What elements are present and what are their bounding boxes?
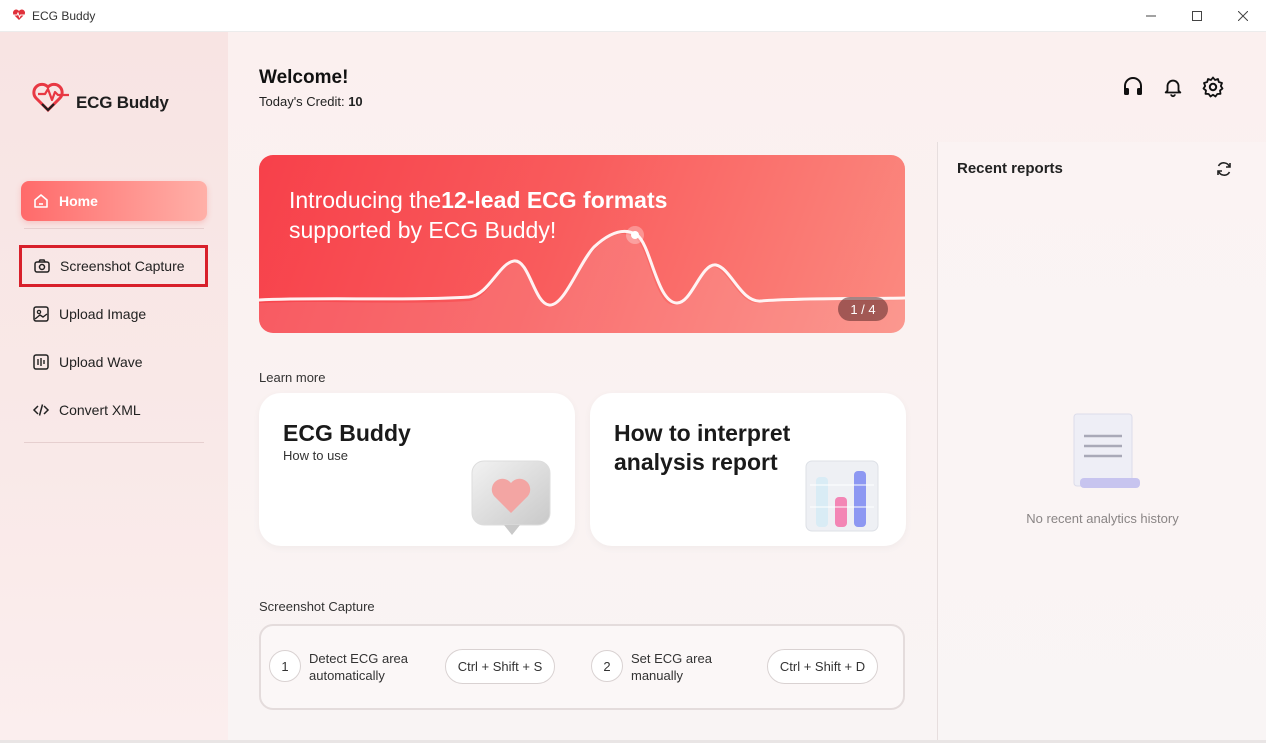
close-icon <box>1238 11 1248 21</box>
empty-state-message: No recent analytics history <box>1026 511 1179 526</box>
step-number: 1 <box>269 650 301 682</box>
card-how-to-use[interactable]: ECG Buddy How to use <box>259 393 575 546</box>
window-title: ECG Buddy <box>32 9 96 23</box>
promo-banner[interactable]: Introducing the12-lead ECG formats suppo… <box>259 155 905 333</box>
banner-page-indicator: 1 / 4 <box>838 297 888 321</box>
refresh-icon <box>1217 162 1231 176</box>
learn-more-label: Learn more <box>259 370 326 385</box>
sidebar-item-upload-image[interactable]: Upload Image <box>21 294 207 334</box>
title-bar: ECG Buddy <box>0 0 1266 32</box>
step-line2: automatically <box>309 668 385 683</box>
minimize-button[interactable] <box>1128 0 1174 32</box>
sidebar: ECG Buddy Home Screenshot Capture Upload… <box>0 32 228 743</box>
step-line2: manually <box>631 668 684 683</box>
sidebar-item-home[interactable]: Home <box>21 181 207 221</box>
step-description: Set ECG area manually <box>631 650 751 684</box>
credit-value: 10 <box>348 94 363 109</box>
screenshot-capture-label: Screenshot Capture <box>259 599 375 614</box>
card-title: ECG Buddy <box>283 420 411 446</box>
sidebar-item-upload-wave[interactable]: Upload Wave <box>21 342 207 382</box>
camera-icon <box>32 256 52 276</box>
banner-line2: supported by ECG Buddy! <box>289 217 557 243</box>
welcome-heading: Welcome! <box>259 67 349 88</box>
empty-document-icon <box>1073 413 1140 488</box>
sidebar-item-convert-xml[interactable]: Convert XML <box>21 390 207 430</box>
card-title-line1: How to interpret <box>614 420 791 446</box>
recent-reports-title: Recent reports <box>957 160 1063 177</box>
sidebar-divider <box>24 228 204 229</box>
step-description: Detect ECG area automatically <box>309 650 429 684</box>
app-logo-icon <box>12 9 26 20</box>
gear-icon <box>1202 76 1224 98</box>
step-line1: Set ECG area <box>631 651 712 666</box>
sidebar-item-label: Home <box>59 193 98 209</box>
card-subtitle: How to use <box>283 448 349 463</box>
sidebar-item-label: Convert XML <box>59 402 141 418</box>
wave-icon <box>31 352 51 372</box>
support-button[interactable] <box>1120 74 1146 100</box>
close-button[interactable] <box>1220 0 1266 32</box>
sidebar-item-label: Upload Image <box>59 306 147 322</box>
shortcut-set-manual[interactable]: Ctrl + Shift + D <box>767 649 878 684</box>
sidebar-item-screenshot-capture[interactable]: Screenshot Capture <box>19 245 208 287</box>
settings-button[interactable] <box>1200 74 1226 100</box>
card-interpret-report[interactable]: How to interpret analysis report <box>590 393 906 546</box>
logo-text: ECG Buddy <box>76 93 169 112</box>
app-logo: ECG Buddy <box>32 78 169 114</box>
shortcut-detect-auto[interactable]: Ctrl + Shift + S <box>445 649 555 684</box>
card-title: How to interpret analysis report <box>614 419 790 477</box>
banner-line1-bold: 12-lead ECG formats <box>441 187 668 213</box>
sidebar-item-label: Upload Wave <box>59 354 143 370</box>
banner-headline: Introducing the12-lead ECG formats suppo… <box>289 185 667 245</box>
card-title-line2: analysis report <box>614 449 778 475</box>
step-number: 2 <box>591 650 623 682</box>
maximize-button[interactable] <box>1174 0 1220 32</box>
banner-line1-prefix: Introducing the <box>289 187 442 213</box>
sidebar-divider <box>24 442 204 443</box>
heart-message-icon <box>471 460 551 535</box>
credit-label: Today's Credit: <box>259 94 345 109</box>
sidebar-item-label: Screenshot Capture <box>60 258 185 274</box>
headset-icon <box>1124 77 1142 95</box>
image-icon <box>31 304 51 324</box>
home-icon <box>31 191 51 211</box>
step-line1: Detect ECG area <box>309 651 408 666</box>
recent-reports-panel: Recent reports No recent analytics histo… <box>937 142 1266 743</box>
maximize-icon <box>1192 11 1202 21</box>
bar-chart-icon <box>805 460 879 532</box>
screenshot-capture-panel: 1 Detect ECG area automatically Ctrl + S… <box>259 624 905 710</box>
notifications-button[interactable] <box>1160 74 1186 100</box>
code-icon <box>31 400 51 420</box>
bell-icon <box>1164 79 1182 98</box>
minimize-icon <box>1146 15 1156 17</box>
refresh-button[interactable] <box>1213 158 1235 180</box>
credit-line: Today's Credit: 10 <box>259 94 363 109</box>
heart-pulse-logo-icon <box>32 82 69 113</box>
